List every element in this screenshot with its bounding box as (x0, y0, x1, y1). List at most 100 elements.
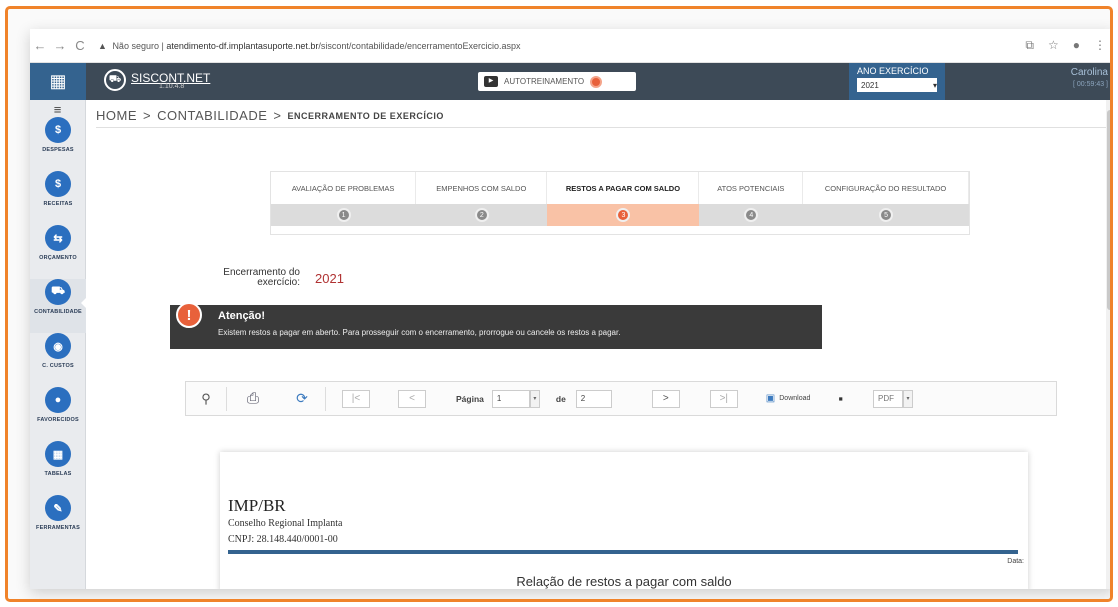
breadcrumb-current: ENCERRAMENTO DE EXERCÍCIO (287, 110, 444, 121)
sidebar-item-orcamento[interactable]: ⇆ ORÇAMENTO (30, 225, 86, 279)
back-icon[interactable]: ← (30, 38, 50, 53)
prev-page-icon[interactable]: < (398, 389, 426, 408)
report-date-label: Data: (1007, 558, 1024, 565)
sidebar-item-label: CONTABILIDADE (34, 309, 82, 315)
step-atos[interactable]: ATOS POTENCIAIS 4 (699, 172, 804, 234)
tabelas-icon: ▦ (45, 441, 71, 467)
sidebar-item-favorecidos[interactable]: ● FAVORECIDOS (30, 387, 86, 441)
scrollbar-thumb[interactable] (1107, 110, 1110, 310)
warning-icon: ▲ (98, 40, 107, 51)
page-dropdown-icon[interactable]: ▾ (529, 389, 540, 408)
custos-icon: ◉ (45, 333, 71, 359)
wizard-steps: AVALIAÇÃO DE PROBLEMAS 1 EMPENHOS COM SA… (270, 171, 970, 235)
last-page-icon[interactable]: >| (709, 389, 738, 408)
sidebar: ≡ $ DESPESAS $ RECEITAS ⇆ ORÇAMENTO ⛟ CO… (30, 100, 87, 589)
sidebar-item-label: DESPESAS (42, 147, 74, 153)
sidebar-item-contabilidade[interactable]: ⛟ CONTABILIDADE (30, 279, 87, 333)
sidebar-item-label: ORÇAMENTO (39, 255, 77, 261)
step-label: EMPENHOS COM SALDO (416, 172, 548, 204)
user-info[interactable]: Carolina [ 00:59:43 ] (1071, 67, 1108, 88)
chevron-down-icon: ▾ (932, 80, 937, 90)
step-restos[interactable]: RESTOS A PAGAR COM SALDO 3 (547, 172, 700, 234)
report-org: IMP/BR (228, 496, 286, 515)
save-icon[interactable]: ▪ (838, 386, 843, 412)
sidebar-item-label: C. CUSTOS (42, 363, 74, 369)
ferramentas-icon: ✎ (45, 495, 71, 521)
breadcrumb-home[interactable]: HOME (96, 108, 137, 123)
autotreinamento-button[interactable]: ▶ AUTOTREINAMENTO (478, 72, 636, 91)
app-logo[interactable]: ⛟ SISCONT.NET 1.10.4.8 (104, 69, 210, 91)
step-empenhos[interactable]: EMPENHOS COM SALDO 2 (416, 172, 548, 234)
year-selector-panel: ANO EXERCÍCIO 2021 ▾ (849, 63, 945, 100)
alert-message: Existem restos a pagar em aberto. Para p… (218, 328, 621, 337)
sidebar-item-label: RECEITAS (43, 201, 73, 207)
apps-grid-icon[interactable]: ▦ (30, 63, 86, 100)
sidebar-item-label: FAVORECIDOS (37, 417, 79, 423)
sidebar-item-ferramentas[interactable]: ✎ FERRAMENTAS (30, 495, 86, 549)
sidebar-item-custos[interactable]: ◉ C. CUSTOS (30, 333, 86, 387)
sidebar-item-receitas[interactable]: $ RECEITAS (30, 171, 86, 225)
report-org-name: Conselho Regional Implanta (228, 518, 343, 529)
page-scrollbar[interactable] (1106, 100, 1110, 589)
report-divider (228, 550, 1018, 554)
app-header: ▦ ⛟ SISCONT.NET 1.10.4.8 ▶ AUTOTREINAMEN… (30, 63, 1110, 100)
breadcrumb-separator: > (143, 108, 152, 123)
favorecidos-icon: ● (45, 387, 71, 413)
export-icon[interactable]: ⟳ (279, 386, 325, 412)
sidebar-item-tabelas[interactable]: ▦ TABELAS (30, 441, 86, 495)
share-icon[interactable]: ⧉ (1025, 38, 1034, 53)
contabilidade-icon: ⛟ (45, 279, 71, 305)
search-icon[interactable]: ⚲ (186, 386, 226, 412)
format-select[interactable]: PDF (873, 389, 903, 408)
despesas-icon: $ (45, 117, 71, 143)
format-dropdown-icon[interactable]: ▾ (903, 389, 913, 408)
report-cnpj: CNPJ: 28.148.440/0001-00 (228, 534, 338, 545)
next-page-icon[interactable]: > (651, 389, 680, 408)
address-bar[interactable]: ▲ Não seguro | atendimento-df.implantasu… (98, 41, 521, 51)
report-toolbar: ⚲ ⎙ ⟳ |< < Página 1 ▾ de 2 > >| ▣ Downlo… (185, 381, 1057, 416)
url-path: /siscont/contabilidade/encerramentoExerc… (318, 40, 521, 51)
year-select[interactable]: 2021 ▾ (857, 78, 937, 92)
step-label: RESTOS A PAGAR COM SALDO (547, 172, 700, 204)
security-label: Não seguro (112, 40, 159, 51)
step-label: AVALIAÇÃO DE PROBLEMAS (271, 172, 417, 204)
record-icon (590, 75, 603, 88)
orcamento-icon: ⇆ (45, 225, 71, 251)
encerramento-label: Encerramento do exercício: (223, 267, 300, 288)
first-page-icon[interactable]: |< (342, 389, 370, 408)
reload-icon[interactable]: C (70, 38, 90, 53)
page-input[interactable]: 1 (491, 389, 530, 408)
alert-title: Atenção! (218, 310, 266, 322)
hamburger-menu-icon[interactable]: ≡ (30, 102, 85, 117)
bookmark-star-icon[interactable]: ☆ (1048, 38, 1059, 53)
logo-car-icon: ⛟ (104, 69, 126, 91)
forward-icon[interactable]: → (50, 38, 70, 53)
screenshot-frame: ← → C ▲ Não seguro | atendimento-df.impl… (5, 6, 1113, 602)
year-select-value: 2021 (861, 80, 879, 90)
profile-icon[interactable]: ● (1073, 38, 1080, 53)
sidebar-item-label: TABELAS (44, 471, 72, 477)
menu-dots-icon[interactable]: ⋮ (1094, 38, 1106, 53)
report-preview: IMP/BR Conselho Regional Implanta CNPJ: … (220, 452, 1028, 589)
step-configuracao[interactable]: CONFIGURAÇÃO DO RESULTADO 5 (803, 172, 969, 234)
step-number: 2 (474, 208, 489, 222)
step-number: 3 (616, 208, 631, 222)
breadcrumb-separator: > (273, 108, 282, 123)
sidebar-item-label: FERRAMENTAS (36, 525, 80, 531)
step-number: 5 (879, 208, 894, 222)
report-title: Relação de restos a pagar com saldo (516, 574, 732, 589)
total-pages: 2 (575, 389, 612, 408)
video-play-icon: ▶ (484, 76, 498, 87)
sidebar-item-despesas[interactable]: $ DESPESAS (30, 117, 86, 171)
step-number: 1 (336, 208, 351, 222)
breadcrumb-section[interactable]: CONTABILIDADE (157, 108, 267, 123)
browser-window: ← → C ▲ Não seguro | atendimento-df.impl… (30, 29, 1110, 589)
alert-exclamation-icon: ! (176, 302, 202, 328)
autotreinamento-label: AUTOTREINAMENTO (504, 77, 585, 86)
download-label: Download (779, 395, 811, 402)
print-icon[interactable]: ⎙ (227, 386, 279, 412)
download-button[interactable]: ▣ Download (766, 386, 811, 412)
step-number: 4 (744, 208, 759, 222)
step-avaliacao[interactable]: AVALIAÇÃO DE PROBLEMAS 1 (271, 172, 417, 234)
alert-box: ! Atenção! Existem restos a pagar em abe… (170, 302, 822, 349)
